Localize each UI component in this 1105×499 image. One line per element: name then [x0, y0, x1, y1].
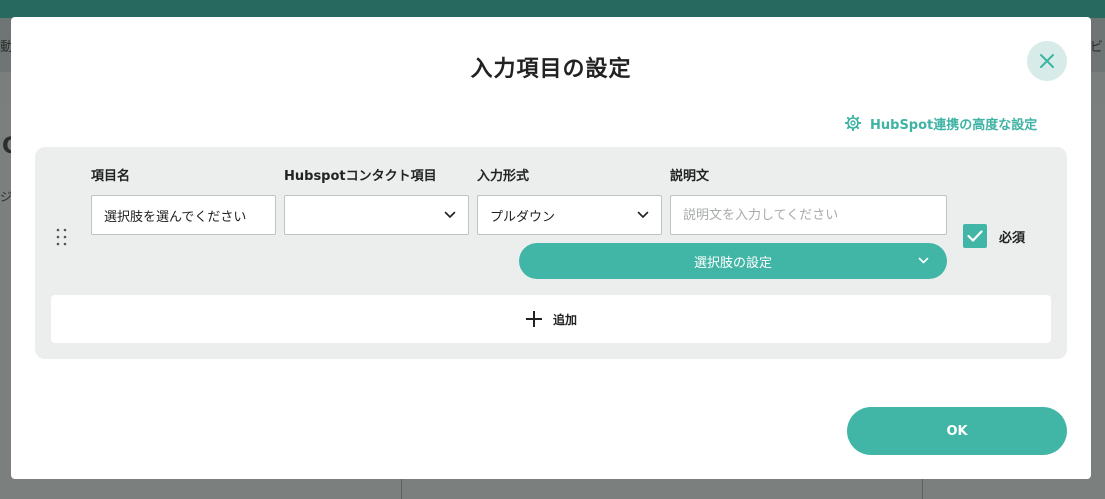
choice-settings-label: 選択肢の設定	[693, 255, 772, 271]
drag-handle-icon[interactable]	[55, 228, 69, 246]
hubspot-advanced-settings-link[interactable]: HubSpot連携の高度な設定	[845, 113, 1037, 133]
chevron-down-icon	[637, 211, 649, 219]
add-label: 追加	[552, 312, 577, 327]
description-input[interactable]	[683, 207, 934, 223]
required-checkbox[interactable]	[963, 224, 987, 248]
input-type-select[interactable]: プルダウン	[477, 195, 662, 235]
input-type-value: プルダウン	[490, 209, 556, 225]
ok-label: OK	[946, 423, 968, 439]
close-icon	[1039, 53, 1055, 69]
column-label-hubspot-contact: Hubspotコンタクト項目	[284, 169, 437, 184]
gear-icon	[845, 115, 861, 131]
chevron-down-icon	[918, 257, 929, 265]
close-button[interactable]	[1027, 41, 1067, 81]
column-label-input-type: 入力形式	[477, 169, 530, 184]
hubspot-contact-select[interactable]	[284, 195, 469, 235]
item-name-input[interactable]	[104, 207, 263, 223]
background-topbar	[0, 0, 1105, 18]
choice-settings-button[interactable]: 選択肢の設定	[519, 243, 947, 279]
column-label-description: 説明文	[670, 169, 710, 184]
chevron-down-icon	[444, 211, 456, 219]
required-label: 必須	[999, 230, 1026, 246]
required-toggle[interactable]: 必須	[963, 224, 1025, 248]
item-name-field[interactable]	[91, 195, 276, 235]
column-label-item-name: 項目名	[91, 169, 131, 184]
plus-icon	[525, 310, 543, 328]
add-field-button[interactable]: 追加	[51, 295, 1051, 343]
input-settings-modal: 入力項目の設定 HubSpot連携の高度な設定 項目名 Hubspotコンタクト…	[11, 17, 1091, 479]
advanced-settings-label: HubSpot連携の高度な設定	[870, 117, 1038, 133]
description-field[interactable]	[670, 195, 947, 235]
field-row-panel: 項目名 Hubspotコンタクト項目 入力形式 説明文 プルダウン	[35, 147, 1067, 359]
check-icon	[967, 230, 983, 242]
modal-title: 入力項目の設定	[470, 57, 632, 82]
ok-button[interactable]: OK	[847, 407, 1067, 455]
